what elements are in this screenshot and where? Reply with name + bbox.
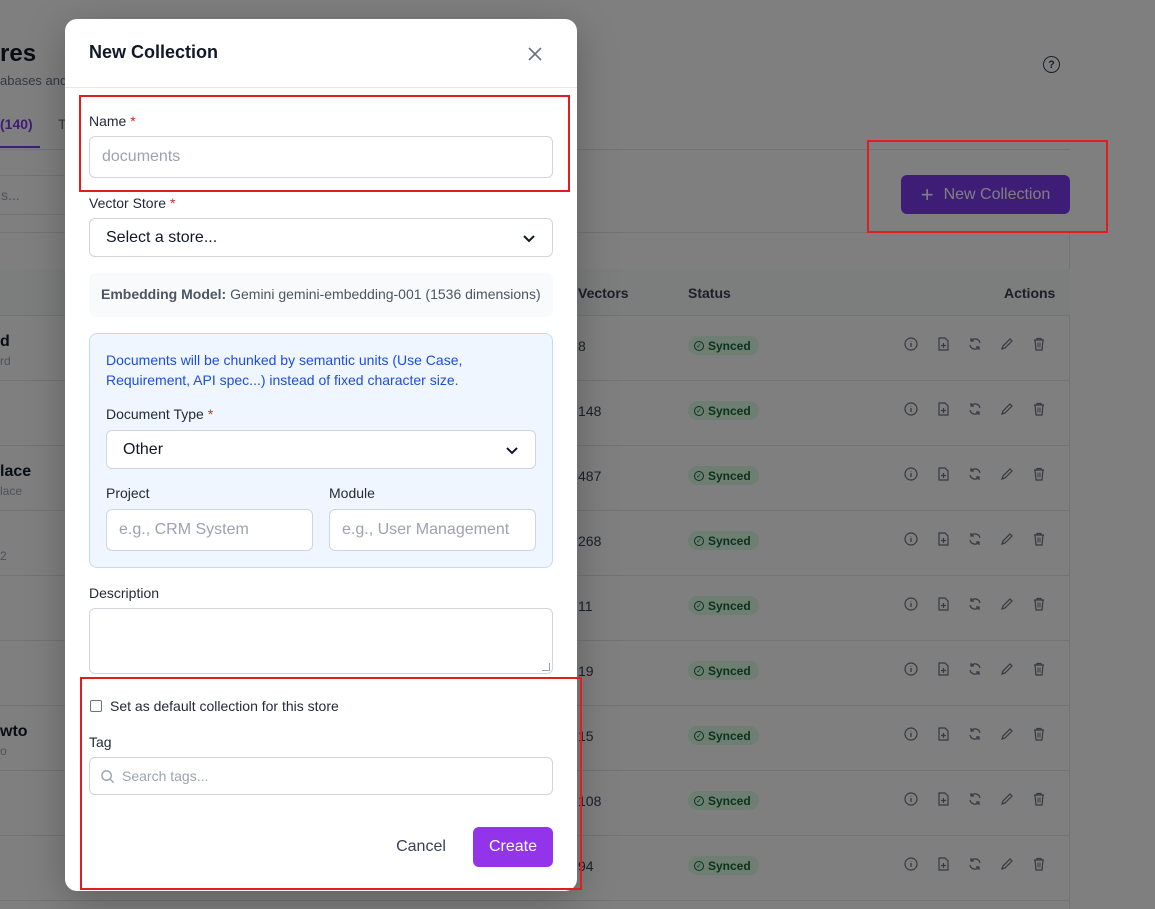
embedding-model-info: Embedding Model: Gemini gemini-embedding… — [89, 273, 553, 317]
name-input[interactable]: documents — [89, 136, 553, 178]
create-button[interactable]: Create — [473, 827, 553, 867]
embedding-model-label: Embedding Model: — [101, 286, 227, 302]
description-label: Description — [89, 585, 160, 601]
new-collection-modal: New Collection Name * documents Vector S… — [65, 19, 577, 891]
resize-handle-icon[interactable] — [542, 663, 550, 671]
tag-label: Tag — [89, 734, 112, 750]
document-type-select[interactable]: Other — [106, 430, 536, 469]
chunking-info-text: Documents will be chunked by semantic un… — [106, 352, 463, 388]
tag-search-input[interactable]: Search tags... — [89, 757, 553, 795]
document-type-value: Other — [123, 440, 164, 458]
vector-store-value: Select a store... — [106, 228, 218, 246]
module-label: Module — [329, 485, 375, 501]
vector-store-select[interactable]: Select a store... — [89, 218, 553, 257]
chevron-down-icon — [523, 234, 535, 242]
vector-store-label: Vector Store * — [89, 195, 176, 211]
project-label: Project — [106, 485, 150, 501]
modal-header: New Collection — [65, 19, 577, 88]
module-input[interactable]: e.g., User Management — [329, 509, 536, 551]
document-type-label: Document Type * — [106, 406, 214, 422]
close-icon[interactable] — [524, 43, 546, 65]
description-textarea[interactable] — [89, 608, 553, 674]
tag-search-placeholder: Search tags... — [122, 768, 209, 784]
embedding-model-value: Gemini gemini-embedding-001 (1536 dimens… — [230, 286, 541, 302]
default-collection-label[interactable]: Set as default collection for this store — [110, 698, 339, 714]
cancel-button[interactable]: Cancel — [387, 827, 455, 867]
name-label: Name * — [89, 113, 136, 129]
search-icon — [101, 770, 115, 784]
modal-title: New Collection — [89, 42, 219, 62]
project-input[interactable]: e.g., CRM System — [106, 509, 313, 551]
default-collection-checkbox[interactable] — [90, 700, 102, 712]
semantic-chunking-panel: Documents will be chunked by semantic un… — [89, 333, 553, 568]
chevron-down-icon — [506, 446, 518, 454]
